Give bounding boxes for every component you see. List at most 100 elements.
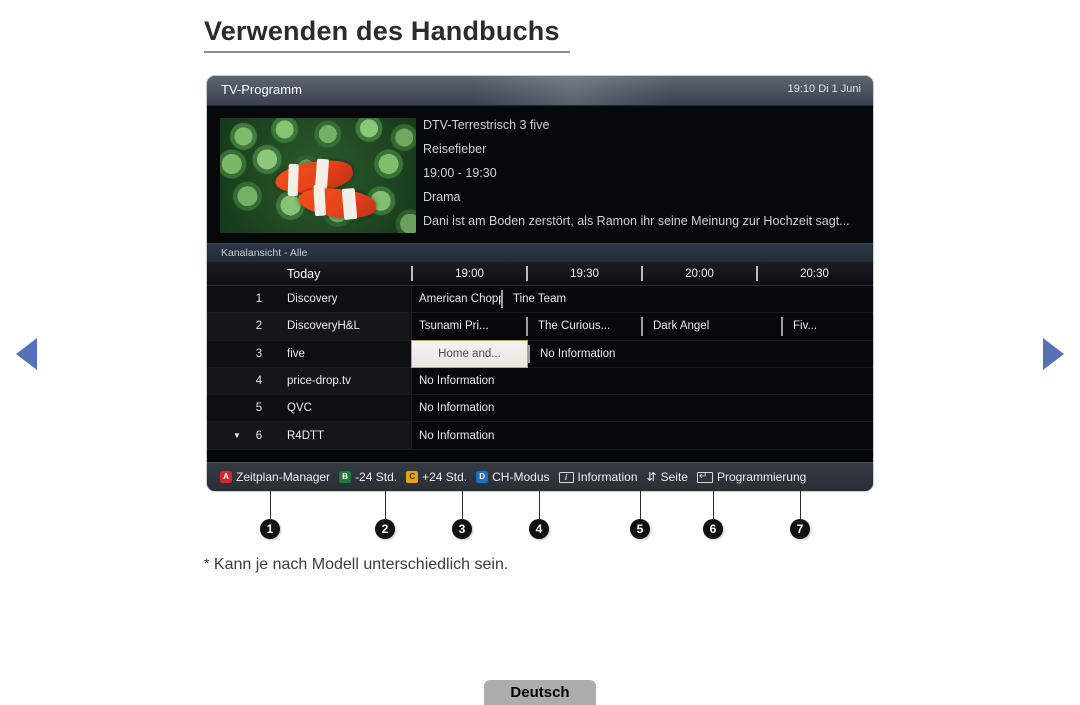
program-cell[interactable]: American Chopper (411, 286, 501, 312)
channel-number: 1 (255, 293, 263, 306)
grid-header-row: Today 19:00 19:30 20:00 20:30 (207, 262, 873, 286)
program-cell[interactable]: Fiv... (781, 313, 871, 339)
channel-number: 4 (255, 375, 263, 388)
language-tab[interactable]: Deutsch (484, 680, 596, 705)
panel-title: TV-Programm (221, 82, 302, 97)
title-underline (204, 51, 570, 53)
program-cell[interactable]: No Information (411, 422, 871, 448)
time-slot-label: 20:00 (685, 267, 714, 280)
callout-marker: 2 (375, 519, 395, 539)
time-slot-label: 20:30 (800, 267, 829, 280)
program-cell[interactable]: Dark Angel (641, 313, 781, 339)
callout-marker: 7 (790, 519, 810, 539)
color-key-a-icon: A (220, 471, 232, 483)
time-slot-header: 19:30 (526, 266, 641, 281)
program-title: Fiv... (793, 320, 818, 333)
panel-footer: A Zeitplan-Manager B -24 Std. C +24 Std. D CH-M… (207, 462, 873, 491)
clownfish-icon (297, 184, 379, 222)
channel-name: QVC (287, 402, 312, 415)
time-slot-header: 20:30 (756, 266, 871, 281)
channel-row[interactable]: 2 DiscoveryH&L Tsunami Pri... The Curious..… (207, 313, 873, 341)
channel-number: 3 (255, 347, 263, 360)
program-separator (528, 344, 530, 363)
tv-guide-panel: TV-Programm 19:10 Di 1 Juni DTV-Terrestr… (206, 75, 874, 492)
channel-name: Discovery (287, 293, 338, 306)
footnote-star: * (204, 555, 210, 571)
grid-day-label: Today (287, 266, 321, 281)
channel-row[interactable]: ▼ 6 R4DTT No Information (207, 422, 873, 450)
program-grid: Today 19:00 19:30 20:00 20:30 1 Discovery Ameri… (207, 262, 873, 450)
channel-name: R4DTT (287, 429, 325, 442)
program-separator (501, 290, 503, 309)
channel-cell[interactable]: 5 QVC (207, 395, 412, 422)
program-title: No Information (419, 429, 495, 442)
channel-cell[interactable]: 3 five (207, 340, 412, 367)
program-cell[interactable]: No Information (411, 395, 871, 421)
callout-marker: 5 (630, 519, 650, 539)
key-hint[interactable]: D CH-Modus (476, 470, 550, 484)
time-slot-label: 19:00 (455, 267, 484, 280)
key-hint-label: -24 Std. (355, 470, 398, 484)
program-cell[interactable]: No Information (528, 341, 871, 367)
channel-row[interactable]: 1 Discovery American Chopper Tine Team (207, 286, 873, 314)
left-triangle-icon[interactable] (16, 338, 37, 370)
callout-marker: 4 (529, 519, 549, 539)
panel-header: TV-Programm 19:10 Di 1 Juni (207, 76, 873, 106)
program-info-area: DTV-Terrestrisch 3 five Reisefieber 19:0… (207, 106, 873, 243)
program-cell[interactable]: Tine Team (501, 286, 671, 312)
callout-leader-line (270, 489, 271, 519)
callout-marker: 1 (260, 519, 280, 539)
fish-stripe (287, 163, 299, 196)
program-title: No Information (419, 402, 495, 415)
info-synopsis: Dani ist am Boden zerstört, als Ramon ih… (423, 214, 850, 228)
key-hint[interactable]: Programmierung (696, 470, 807, 484)
chevron-down-icon[interactable]: ▼ (233, 431, 241, 440)
color-key-d-icon: D (476, 471, 489, 483)
program-title: American Chopper (419, 293, 501, 306)
channel-view-header: Kanalansicht - Alle (207, 243, 873, 262)
program-title: The Curious... (538, 320, 611, 333)
program-title: Tsunami Pri... (419, 320, 489, 333)
channel-name: five (287, 347, 305, 360)
channel-row[interactable]: 3 five Home and... No Information (207, 339, 873, 368)
program-separator (641, 317, 643, 336)
program-cell[interactable]: No Information (411, 368, 871, 394)
key-hint-label: CH-Modus (492, 470, 550, 484)
key-hint-label: +24 Std. (422, 470, 468, 484)
key-hint[interactable]: i Information (558, 470, 638, 484)
channel-number: 5 (255, 402, 263, 415)
page-updown-icon: ⇵ (646, 470, 657, 484)
program-separator (526, 317, 528, 336)
channel-row[interactable]: 5 QVC No Information (207, 395, 873, 423)
program-cell-selected[interactable]: Home and... (411, 339, 528, 368)
key-hint-bar: A Zeitplan-Manager B -24 Std. C +24 Std. D CH-M… (220, 463, 806, 491)
channel-cell[interactable]: 4 price-drop.tv (207, 367, 412, 395)
callout-leader-line (539, 489, 540, 519)
program-cell[interactable]: Tsunami Pri... (411, 313, 526, 339)
time-slot-label: 19:30 (570, 267, 599, 280)
key-hint-label: Programmierung (716, 470, 807, 484)
program-separator (781, 317, 783, 336)
right-triangle-icon[interactable] (1043, 338, 1064, 370)
enter-key-icon (696, 471, 713, 483)
info-channel: DTV-Terrestrisch 3 five (423, 118, 550, 132)
program-title: Tine Team (513, 293, 567, 306)
key-hint[interactable]: ⇵ Seite (647, 470, 688, 484)
color-key-b-icon: B (339, 471, 352, 483)
key-hint[interactable]: A Zeitplan-Manager (220, 470, 330, 484)
channel-cell[interactable]: 1 Discovery (207, 286, 412, 313)
program-title: Home and... (438, 347, 501, 360)
fish-stripe (313, 185, 326, 217)
info-time-range: 19:00 - 19:30 (423, 166, 497, 180)
channel-row[interactable]: 4 price-drop.tv No Information (207, 367, 873, 396)
channel-number: 6 (255, 429, 263, 442)
color-key-c-icon: C (406, 471, 419, 483)
key-hint[interactable]: B -24 Std. (339, 470, 397, 484)
channel-cell[interactable]: 2 DiscoveryH&L (207, 313, 412, 340)
program-cell[interactable]: The Curious... (526, 313, 641, 339)
footnote-text: Kann je nach Modell unterschiedlich sein… (213, 556, 509, 573)
fish-stripe (342, 188, 358, 221)
channel-cell[interactable]: ▼ 6 R4DTT (207, 422, 412, 449)
key-hint[interactable]: C +24 Std. (406, 470, 467, 484)
program-title: Dark Angel (653, 320, 710, 333)
